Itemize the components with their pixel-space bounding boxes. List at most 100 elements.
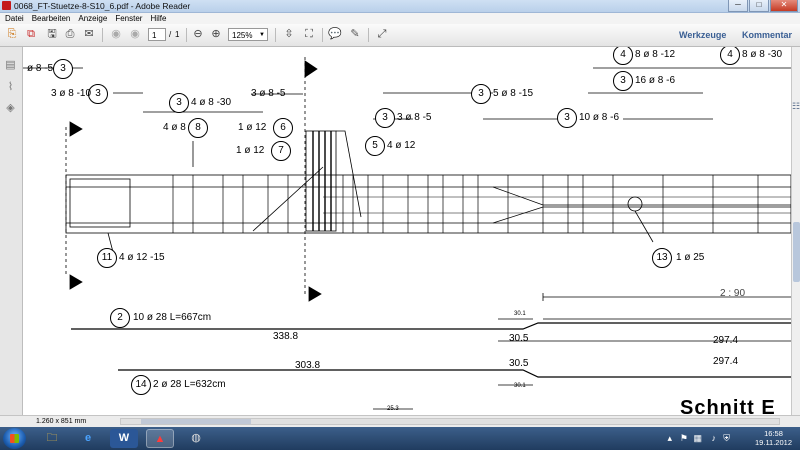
clock[interactable]: 16:58 19.11.2012 — [755, 429, 792, 447]
expand-icon[interactable]: ⤢ — [374, 27, 390, 42]
rebar-label: 3 ø 8 -10 — [51, 88, 92, 99]
rebar-label: 16 ø 8 -6 — [635, 75, 676, 86]
previous-page-icon[interactable]: ◉ — [108, 27, 124, 42]
comment-icon[interactable]: 💬 — [327, 27, 343, 42]
position-circle: 2 — [110, 308, 130, 328]
rebar-label: 8 ø 8 -12 — [635, 49, 676, 60]
position-circle: 3 — [557, 108, 577, 128]
position-circle: 5 — [365, 136, 385, 156]
maximize-button[interactable]: □ — [749, 0, 769, 12]
adobe-reader-icon — [2, 1, 11, 10]
tools-pane-button[interactable]: Werkzeuge — [679, 29, 726, 41]
position-circle: 3 — [375, 108, 395, 128]
page-total: 1 — [175, 30, 180, 39]
position-circle: 11 — [97, 248, 117, 268]
rebar-label: 4 ø 8 -30 — [191, 97, 232, 108]
print-icon[interactable]: ⎙ — [62, 27, 78, 42]
document-view[interactable]: 3 3 3 3 4 4 3 8 6 3 3 7 5 11 13 2 14 ø 8… — [23, 47, 791, 415]
position-circle: 14 — [131, 375, 151, 395]
rebar-label: 3 ø 8 -5 — [251, 88, 286, 99]
toolbar-separator — [368, 28, 369, 42]
window-controls: ─ □ ✕ — [727, 0, 798, 12]
position-circle: 6 — [273, 118, 293, 138]
start-button[interactable] — [3, 428, 26, 449]
rebar-label: 3 ø 8 -5 — [397, 112, 432, 123]
volume-icon[interactable]: ♪ — [712, 433, 717, 443]
explorer-icon[interactable]: 🗀 — [38, 429, 66, 448]
combine-pdf-icon[interactable]: ⧉ — [23, 27, 39, 42]
dimension-label: 2 : 90 — [720, 288, 746, 299]
menu-datei[interactable]: Datei — [2, 13, 27, 24]
clock-date: 19.11.2012 — [755, 438, 792, 447]
position-circle: 13 — [652, 248, 672, 268]
toolbar-separator — [102, 28, 103, 42]
menu-bar: Datei Bearbeiten Anzeige Fenster Hilfe — [0, 13, 800, 24]
chevron-down-icon: ▼ — [259, 32, 265, 38]
page-thumbnails-icon[interactable]: ▤ — [4, 59, 17, 72]
page-number-input[interactable]: 1 — [148, 28, 166, 41]
save-icon[interactable]: 🖫 — [44, 27, 60, 42]
vertical-scrollbar[interactable]: ☷ — [791, 47, 800, 415]
internet-explorer-icon[interactable]: e — [74, 429, 102, 448]
zoom-in-icon[interactable]: ⊕ — [208, 27, 224, 42]
toolbar-separator — [275, 28, 276, 42]
security-icon[interactable]: ⛨ — [723, 433, 730, 443]
scroll-thumb[interactable] — [793, 222, 800, 282]
attachments-icon[interactable]: ⌇ — [4, 81, 17, 94]
horizontal-scrollbar[interactable] — [120, 418, 780, 425]
minimize-button[interactable]: ─ — [728, 0, 748, 12]
position-circle: 3 — [613, 71, 633, 91]
show-hidden-icons-icon[interactable]: ▴ — [667, 433, 672, 443]
rebar-label: 8 ø 8 -30 — [742, 49, 783, 60]
network-icon[interactable]: ▦ — [693, 433, 702, 443]
position-circle: 3 — [53, 59, 73, 79]
dimension-label: 338.8 — [273, 331, 299, 342]
word-icon[interactable]: W — [110, 429, 138, 448]
rebar-label: ø 8 -5 — [27, 63, 54, 74]
layers-icon[interactable]: ◈ — [4, 102, 17, 115]
menu-anzeige[interactable]: Anzeige — [75, 13, 110, 24]
fit-width-icon[interactable]: ⇳ — [281, 27, 297, 42]
dimension-label: 30.5 — [509, 358, 529, 369]
fit-page-icon[interactable]: ⛶ — [301, 27, 317, 42]
dimension-label: 297.4 — [713, 356, 739, 367]
scroll-thumb[interactable] — [141, 419, 251, 424]
menu-fenster[interactable]: Fenster — [112, 13, 145, 24]
flag-icon[interactable]: ⚑ — [680, 433, 688, 443]
dimension-label: 25.3 — [387, 406, 399, 412]
rebar-label: 1 ø 12 — [236, 145, 265, 156]
menu-bearbeiten[interactable]: Bearbeiten — [29, 13, 74, 24]
close-button[interactable]: ✕ — [770, 0, 798, 12]
navigation-pane: ▤ ⌇ ◈ — [0, 47, 23, 415]
position-circle: 3 — [169, 93, 189, 113]
zoom-out-icon[interactable]: ⊖ — [190, 27, 206, 42]
position-circle: 3 — [471, 84, 491, 104]
comment-pane-button[interactable]: Kommentar — [742, 29, 792, 41]
dimension-label: 297.4 — [713, 335, 739, 346]
zoom-value: 125% — [232, 31, 253, 40]
position-circle: 7 — [271, 141, 291, 161]
anchor-detail — [627, 196, 643, 212]
page-separator: / — [169, 30, 172, 39]
menu-hilfe[interactable]: Hilfe — [147, 13, 169, 24]
title-bar: 0068_FT-Stuetze-8-S10_6.pdf - Adobe Read… — [0, 0, 800, 13]
create-pdf-icon[interactable]: ⎘ — [4, 27, 20, 42]
rebar-label: 1 ø 12 — [238, 122, 267, 133]
adobe-reader-task-icon[interactable]: ▲ — [146, 429, 174, 448]
rebar-label: 2 ø 28 L=632cm — [153, 379, 226, 390]
next-page-icon[interactable]: ◉ — [127, 27, 143, 42]
rebar-label: 10 ø 8 -6 — [579, 112, 620, 123]
bar-14-line — [118, 369, 791, 378]
fields-icon[interactable]: ☷ — [792, 101, 800, 112]
section-marker — [304, 60, 318, 78]
app-icon[interactable]: ◍ — [182, 429, 210, 448]
position-circle: 8 — [188, 118, 208, 138]
email-icon[interactable]: ✉ — [81, 27, 97, 42]
beam-outline — [65, 174, 791, 234]
highlight-icon[interactable]: ✎ — [347, 27, 363, 42]
column-taper — [336, 130, 362, 218]
section-marker — [69, 274, 83, 290]
zoom-select[interactable]: 125% ▼ — [228, 28, 268, 41]
toolbar-separator — [322, 28, 323, 42]
toolbar-separator — [186, 28, 187, 42]
